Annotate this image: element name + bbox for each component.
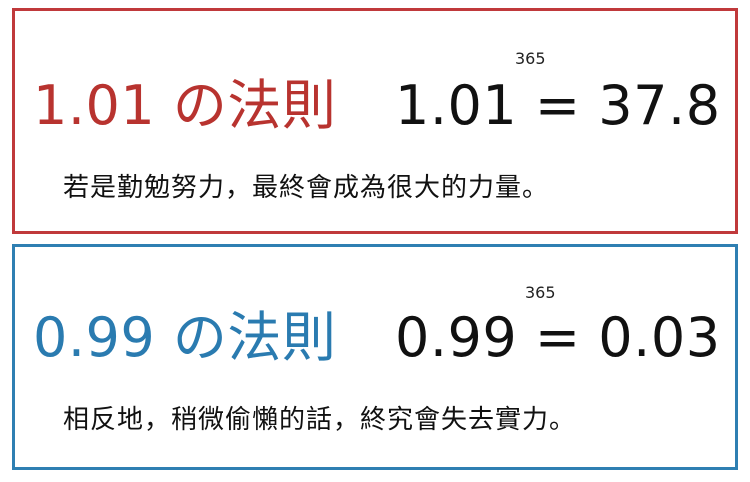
law-title: 0.99 の法則 xyxy=(33,306,337,369)
law-panel-0-99: 0.99 の法則 365 0.99 = 0.03 相反地，稍微偷懶的話，終究會失… xyxy=(12,244,738,470)
formula: 1.01 = 37.8 xyxy=(395,74,721,137)
law-panel-1-01: 1.01 の法則 365 1.01 = 37.8 若是勤勉努力，最終會成為很大的… xyxy=(12,8,738,234)
exponent-label: 365 xyxy=(515,49,546,68)
exponent-label: 365 xyxy=(525,283,556,302)
law-title: 1.01 の法則 xyxy=(33,74,337,137)
law-description: 若是勤勉努力，最終會成為很大的力量。 xyxy=(63,173,550,203)
formula: 0.99 = 0.03 xyxy=(395,306,721,369)
law-description: 相反地，稍微偷懶的話，終究會失去實力。 xyxy=(63,405,577,435)
